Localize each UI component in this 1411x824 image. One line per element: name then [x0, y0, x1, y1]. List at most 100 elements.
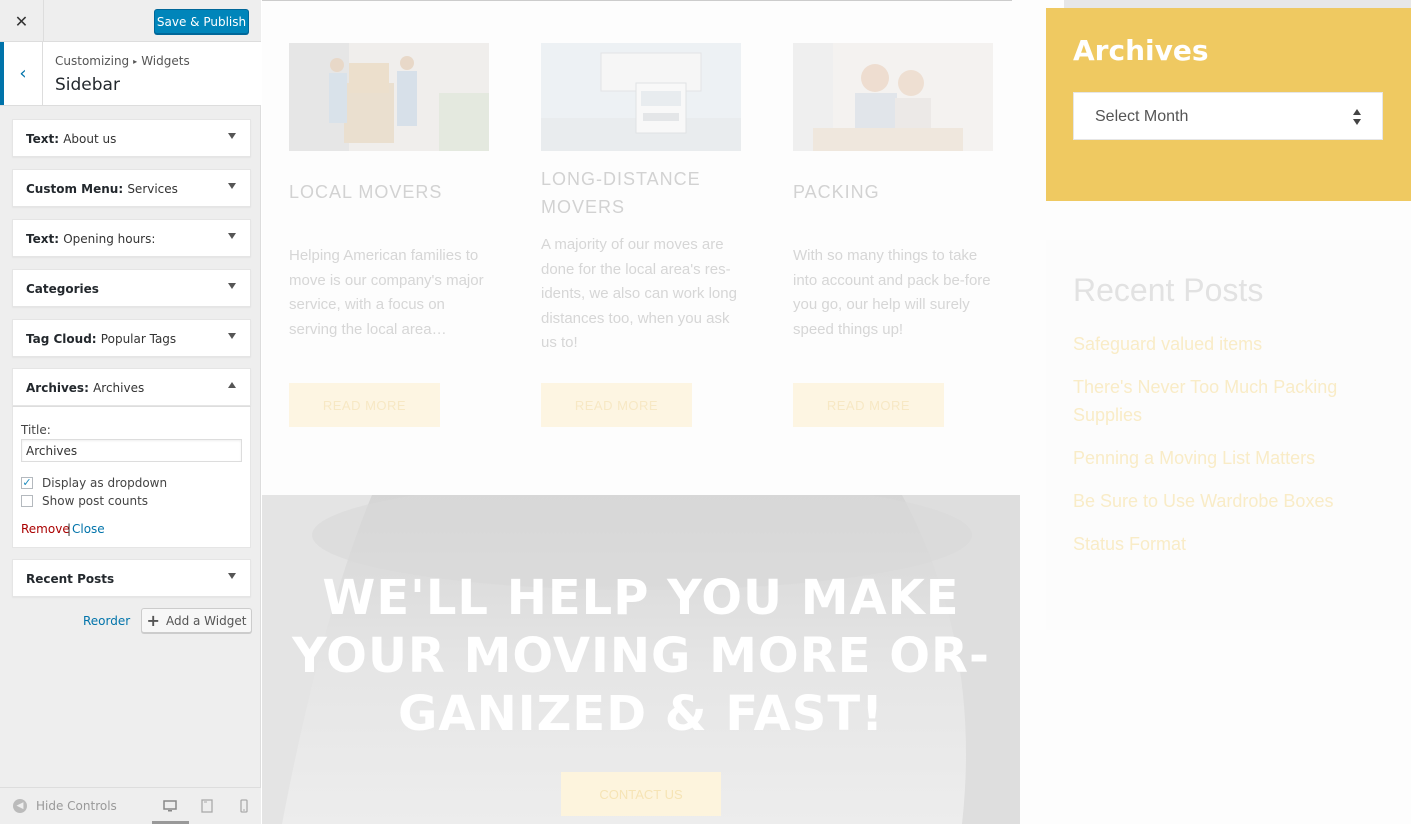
service-title: LOCAL MOVERS [289, 182, 443, 202]
divider [262, 0, 1012, 1]
show-post-counts-label: Show post counts [42, 494, 149, 508]
expand-arrow-icon[interactable] [228, 233, 236, 239]
display-dropdown-checkbox[interactable]: ✓ [21, 477, 33, 489]
hero-banner: WE'LL HELP YOU MAKE YOUR MOVING MORE OR-… [262, 495, 1020, 824]
widget-tag-cloud[interactable]: Tag Cloud: Popular Tags [12, 319, 251, 357]
recent-post-link[interactable]: Safeguard valued items [1073, 330, 1393, 358]
widget-categories[interactable]: Categories [12, 269, 251, 307]
link-separator: | [67, 522, 72, 536]
widget-title: Recent Posts [26, 572, 114, 586]
truck-image [541, 43, 741, 151]
collapse-arrow-icon[interactable] [228, 382, 236, 388]
site-preview: LOCAL MOVERS LONG-DISTANCE MOVERS PACKIN… [262, 0, 1411, 824]
tablet-preview-icon[interactable] [200, 799, 214, 813]
widget-title: Archives: Archives [26, 381, 144, 395]
select-arrows-icon [1353, 109, 1361, 125]
show-post-counts-row[interactable]: Show post counts [21, 494, 148, 508]
widget-type: Text: [26, 232, 60, 246]
widget-name: Services [127, 182, 178, 196]
back-arrow-icon[interactable]: ‹ [0, 42, 43, 105]
section-header: ‹ Customizing ▸ Widgets Sidebar [0, 42, 261, 106]
service-text: A majority of our moves are done for the… [541, 236, 737, 352]
widget-custom-menu-services[interactable]: Custom Menu: Services [12, 169, 251, 207]
hero-heading-line: WE'LL HELP YOU MAKE [322, 570, 960, 626]
service-text: With so many things to take into account… [793, 247, 991, 338]
hide-controls-label: Hide Controls [36, 799, 117, 813]
save-publish-button[interactable]: Save & Publish [154, 9, 249, 34]
widget-type: Categories [26, 282, 99, 296]
reorder-link[interactable]: Reorder [83, 614, 130, 628]
widget-title: Categories [26, 282, 99, 296]
widget-type: Tag Cloud: [26, 332, 97, 346]
expand-arrow-icon[interactable] [228, 573, 236, 579]
recent-post-link[interactable]: Status Format [1073, 530, 1393, 558]
title-label: Title: [21, 423, 51, 437]
widget-type: Custom Menu: [26, 182, 124, 196]
service-title: LONG-DISTANCE MOVERS [541, 169, 701, 217]
read-more-button[interactable]: READ MORE [793, 383, 944, 427]
remove-link[interactable]: Remove [21, 522, 70, 536]
widget-type: Archives: [26, 381, 89, 395]
display-dropdown-label: Display as dropdown [42, 476, 168, 490]
breadcrumb-root: Customizing [55, 54, 130, 68]
widget-name: Opening hours: [63, 232, 156, 246]
widget-type: Recent Posts [26, 572, 115, 586]
widget-title: Tag Cloud: Popular Tags [26, 332, 176, 346]
widget-text-about-us[interactable]: Text: About us [12, 119, 251, 157]
hero-heading: WE'LL HELP YOU MAKE YOUR MOVING MORE OR-… [262, 569, 1020, 743]
recent-posts-heading: Recent Posts [1073, 272, 1264, 308]
hide-controls-button[interactable]: ◀ Hide Controls [13, 799, 117, 813]
breadcrumb-current: Widgets [141, 54, 190, 68]
show-post-counts-checkbox[interactable] [21, 495, 33, 507]
hero-heading-line: YOUR MOVING MORE OR- [292, 628, 990, 684]
widget-recent-posts[interactable]: Recent Posts [12, 559, 251, 597]
plus-icon: + [146, 611, 160, 630]
close-customizer-icon[interactable]: ✕ [0, 0, 44, 42]
add-widget-button[interactable]: + Add a Widget [141, 608, 252, 633]
collapse-circle-icon: ◀ [13, 799, 27, 813]
widget-type: Text: [26, 132, 60, 146]
read-more-button[interactable]: READ MORE [289, 383, 440, 427]
hero-heading-line: GANIZED & FAST! [398, 686, 884, 742]
widget-name: Popular Tags [100, 332, 177, 346]
desktop-preview-icon[interactable] [163, 799, 177, 813]
archives-heading: Archives [1073, 34, 1209, 67]
widget-title: Custom Menu: Services [26, 182, 178, 196]
recent-posts-widget-preview: Recent Posts Safeguard valued items Ther… [1046, 240, 1411, 630]
service-text: Helping American families to move is our… [289, 247, 484, 338]
breadcrumb-separator-icon: ▸ [133, 57, 138, 66]
recent-post-link[interactable]: There's Never Too Much Packing Supplies [1073, 373, 1393, 429]
recent-post-link[interactable]: Be Sure to Use Wardrobe Boxes [1073, 487, 1393, 515]
read-more-button[interactable]: READ MORE [541, 383, 692, 427]
title-input[interactable] [21, 439, 242, 462]
movers-van-image [289, 43, 489, 151]
archives-widget-form: Title: ✓ Display as dropdown Show post c… [12, 406, 251, 548]
widget-title: Text: Opening hours: [26, 232, 155, 246]
couple-image [793, 43, 993, 151]
archives-widget-preview: Archives Select Month [1046, 8, 1411, 201]
widget-name: About us [63, 132, 117, 146]
section-title: Sidebar [55, 75, 120, 95]
expand-arrow-icon[interactable] [228, 183, 236, 189]
widget-title: Text: About us [26, 132, 116, 146]
customizer-footer: ◀ Hide Controls [0, 787, 261, 824]
customizer-panel: ✕ Save & Publish ‹ Customizing ▸ Widgets S… [0, 0, 261, 824]
widget-text-opening-hours[interactable]: Text: Opening hours: [12, 219, 251, 257]
close-link[interactable]: Close [72, 522, 105, 536]
breadcrumb: Customizing ▸ Widgets [55, 54, 190, 68]
panel-header: ✕ Save & Publish [0, 0, 261, 42]
service-title: PACKING [793, 182, 880, 202]
add-widget-label: Add a Widget [165, 613, 247, 628]
widget-name: Archives [93, 381, 145, 395]
mobile-preview-icon[interactable] [237, 799, 251, 813]
expand-arrow-icon[interactable] [228, 283, 236, 289]
select-value: Select Month [1095, 108, 1189, 125]
display-dropdown-row[interactable]: ✓ Display as dropdown [21, 476, 167, 490]
recent-post-link[interactable]: Penning a Moving List Matters [1073, 444, 1393, 472]
expand-arrow-icon[interactable] [228, 133, 236, 139]
contact-us-button[interactable]: CONTACT US [561, 772, 721, 816]
divider [1064, 0, 1411, 8]
archives-month-select[interactable]: Select Month [1073, 92, 1383, 140]
expand-arrow-icon[interactable] [228, 333, 236, 339]
widget-archives[interactable]: Archives: Archives [12, 368, 251, 406]
